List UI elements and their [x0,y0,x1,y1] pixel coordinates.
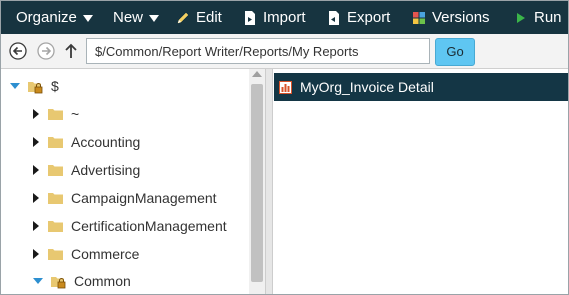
expand-arrow-icon [33,137,39,147]
locked-folder-icon [51,276,66,288]
import-button[interactable]: Import [243,1,306,34]
toolbar: Organize New Edit Import Export Versions… [1,1,568,34]
tree-item-campaignmanagement[interactable]: CampaignManagement [33,188,217,208]
window-frame: Organize New Edit Import Export Versions… [0,0,569,295]
expand-arrow-icon [33,221,39,231]
locked-folder-icon [28,81,43,93]
chevron-down-icon [149,14,160,22]
tree-item-advertising[interactable]: Advertising [33,160,140,180]
folder-icon [48,249,63,260]
tree-item-label: $ [51,78,59,94]
new-label: New [113,9,144,26]
folder-icon [48,137,63,148]
folder-icon [48,193,63,204]
expand-arrow-icon [33,109,39,119]
tree-item-label: Advertising [71,162,141,178]
tree-item-accounting[interactable]: Accounting [33,132,140,152]
edit-label: Edit [196,9,222,26]
run-label: Run [534,9,562,26]
tree-item-common[interactable]: Common [33,271,131,291]
run-button[interactable]: Run [514,1,562,34]
tree-item-label: Accounting [71,134,141,150]
expand-arrow-icon [10,83,20,89]
import-icon [245,10,255,25]
tree-item-label: CampaignManagement [71,190,217,206]
organize-label: Organize [16,9,77,26]
back-icon[interactable] [9,42,27,60]
tree-item-label: CertificationManagement [71,218,227,234]
content-panel [274,69,568,294]
tree-item-commerce[interactable]: Commerce [33,244,139,264]
play-icon [517,12,525,23]
expand-arrow-icon [33,165,39,175]
report-label: MyOrg_Invoice Detail [300,79,434,95]
report-item[interactable]: MyOrg_Invoice Detail [274,73,568,101]
export-button[interactable]: Export [327,1,390,34]
versions-button[interactable]: Versions [412,1,490,34]
report-icon [279,80,292,94]
tree-item-certificationmanagement[interactable]: CertificationManagement [33,216,227,236]
folder-icon [48,109,63,120]
export-icon [329,10,339,25]
go-button[interactable]: Go [435,38,475,66]
forward-icon[interactable] [37,42,55,60]
panel-splitter[interactable] [265,69,273,294]
expand-arrow-icon [33,278,43,284]
chevron-down-icon [82,14,93,22]
organize-menu[interactable]: Organize [16,1,93,34]
tree-item-home[interactable]: ~ [33,104,79,124]
expand-arrow-icon [33,249,39,259]
folder-icon [48,221,63,232]
tree-item-label: Commerce [71,246,140,262]
tree-item-label: ~ [71,106,80,122]
scroll-up-icon[interactable] [252,71,262,77]
new-menu[interactable]: New [113,1,160,34]
tree-item-root[interactable]: $ [10,76,59,96]
path-input[interactable] [86,38,430,64]
expand-arrow-icon [33,193,39,203]
tree-item-label: Common [74,273,131,289]
up-arrow-icon[interactable] [64,42,78,60]
versions-label: Versions [432,9,490,26]
folder-icon [48,165,63,176]
pencil-icon [177,12,189,23]
export-label: Export [347,9,391,26]
versions-icon [413,11,425,24]
import-label: Import [263,9,306,26]
scrollbar-thumb[interactable] [251,84,263,282]
edit-button[interactable]: Edit [176,1,222,34]
